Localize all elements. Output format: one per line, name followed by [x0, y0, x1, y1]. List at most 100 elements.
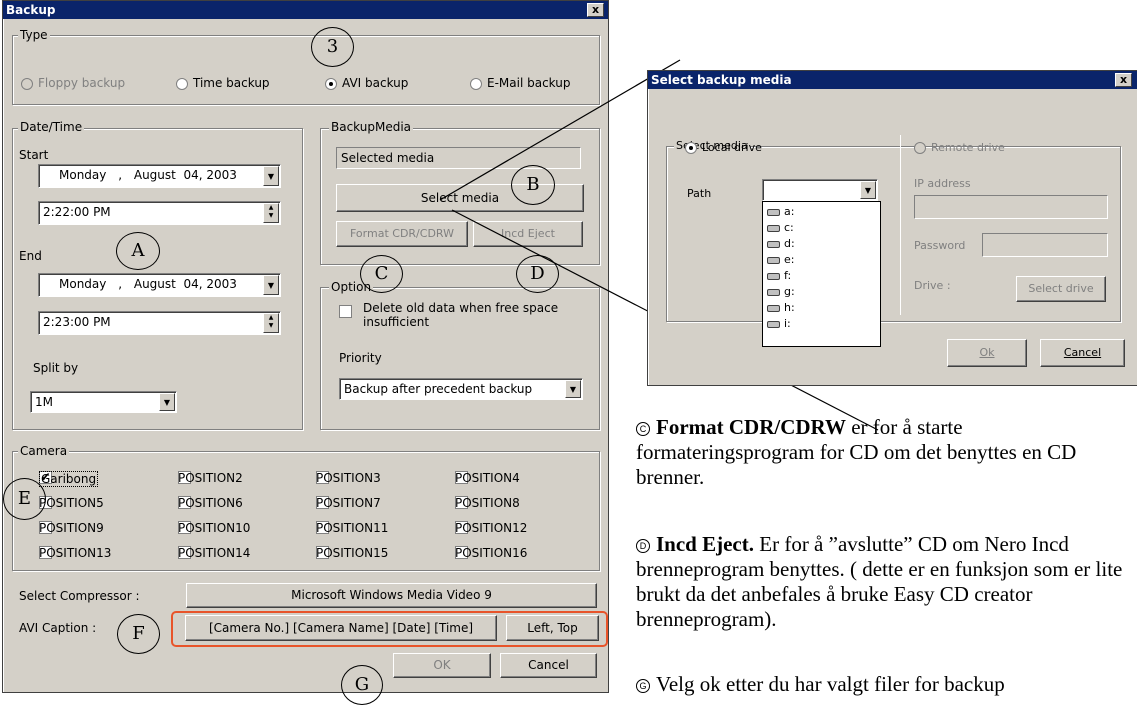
- marker-c-small: C: [636, 422, 650, 437]
- password-field[interactable]: [982, 233, 1108, 257]
- cd-drive-icon: [767, 320, 780, 328]
- start-date-picker[interactable]: Monday , August 04, 2003 ▼: [38, 164, 281, 188]
- camera-item-label: POSITION15: [316, 546, 389, 560]
- ok-button[interactable]: OK: [393, 653, 491, 678]
- marker-3: 3: [311, 27, 354, 67]
- start-date-rest: August 04, 2003: [133, 168, 237, 182]
- media-titlebar: Select backup media: [648, 71, 1137, 89]
- close-icon[interactable]: x: [1115, 73, 1132, 87]
- drive-label: c:: [784, 221, 794, 234]
- marker-e: E: [3, 478, 46, 520]
- drive-item-e[interactable]: e:: [763, 252, 880, 268]
- chevron-down-icon[interactable]: ▼: [565, 380, 581, 398]
- password-label: Password: [914, 239, 966, 252]
- start-label: Start: [19, 148, 49, 162]
- spinner-icon[interactable]: ▲ ▼: [263, 313, 279, 333]
- start-date-day: Monday: [59, 168, 107, 182]
- ip-address-label: IP address: [914, 177, 971, 190]
- backup-window: Backup x Type Floppy backup Time backup …: [2, 0, 609, 693]
- marker-d: D: [516, 255, 559, 293]
- end-date-rest: August 04, 2003: [133, 277, 237, 291]
- remote-divider: [900, 135, 901, 315]
- select-media-label: Select media: [420, 191, 500, 205]
- camera-item-label: POSITION10: [178, 521, 251, 535]
- format-cdrw-button[interactable]: Format CDR/CDRW: [336, 221, 468, 247]
- doc-d-bold: Incd Eject.: [656, 532, 754, 556]
- incd-eject-button[interactable]: Incd Eject: [473, 221, 583, 247]
- priority-select[interactable]: Backup after precedent backup ▼: [339, 378, 583, 400]
- close-icon[interactable]: x: [587, 3, 604, 17]
- caption-button[interactable]: [Camera No.] [Camera Name] [Date] [Time]: [185, 615, 497, 641]
- camera-item-label: POSITION9: [39, 521, 104, 535]
- path-label: Path: [687, 187, 712, 200]
- radio-avi[interactable]: AVI backup: [325, 76, 408, 90]
- end-time-value: 2:23:00 PM: [43, 315, 111, 329]
- doc-paragraph-g: G Velg ok etter du har valgt filer for ba…: [636, 672, 1136, 697]
- radio-local-drive[interactable]: Local drive: [685, 141, 762, 154]
- ip-address-field[interactable]: [914, 195, 1108, 219]
- drive-item-g[interactable]: g:: [763, 284, 880, 300]
- priority-label: Priority: [339, 351, 382, 365]
- end-date-picker[interactable]: Monday , August 04, 2003 ▼: [38, 273, 281, 297]
- end-time-field[interactable]: 2:23:00 PM ▲ ▼: [38, 311, 281, 335]
- radio-email-label: E-Mail backup: [487, 76, 571, 90]
- chevron-down-icon[interactable]: ▼: [263, 166, 279, 186]
- marker-c: C: [360, 255, 403, 293]
- doc-c-bold: Format CDR/CDRW: [656, 415, 846, 439]
- radio-icon: [21, 77, 33, 90]
- radio-icon: [470, 77, 482, 90]
- floppy-drive-icon: [767, 208, 780, 216]
- drive-item-i[interactable]: i:: [763, 316, 880, 332]
- select-drive-button[interactable]: Select drive: [1016, 276, 1106, 302]
- radio-icon: [685, 142, 697, 154]
- radio-time[interactable]: Time backup: [176, 76, 270, 90]
- type-group: [12, 35, 600, 105]
- drive-item-a[interactable]: a:: [763, 204, 880, 220]
- doc-paragraph-d: D Incd Eject. Er for å ”avslutte” CD om N…: [636, 532, 1136, 632]
- media-ok-label: Ok: [979, 346, 995, 359]
- camera-item-label: POSITION6: [178, 496, 243, 510]
- media-cancel-button[interactable]: Cancel: [1040, 339, 1125, 367]
- start-time-field[interactable]: 2:22:00 PM ▲ ▼: [38, 201, 281, 225]
- end-date-sep: ,: [118, 277, 123, 291]
- ok-label: OK: [433, 658, 451, 672]
- spinner-icon[interactable]: ▲ ▼: [263, 203, 279, 223]
- compressor-button[interactable]: Microsoft Windows Media Video 9: [186, 583, 597, 608]
- hard-drive-icon: [767, 272, 780, 280]
- radio-email[interactable]: E-Mail backup: [470, 76, 570, 90]
- split-select[interactable]: 1M ▼: [30, 391, 177, 413]
- chevron-down-icon[interactable]: ▼: [159, 393, 175, 411]
- drive-item-h[interactable]: h:: [763, 300, 880, 316]
- camera-item-label: POSITION8: [455, 496, 520, 510]
- drive-list: a: c: d: e: f: g: h: i:: [762, 201, 881, 347]
- start-date-sep: ,: [118, 168, 123, 182]
- chevron-down-icon[interactable]: ▼: [860, 181, 876, 199]
- hard-drive-icon: [767, 256, 780, 264]
- camera-item-label: POSITION2: [178, 471, 243, 485]
- drive-label: e:: [784, 253, 795, 266]
- drive-label: d:: [784, 237, 795, 250]
- checkbox-icon: [339, 305, 352, 318]
- drive-item-f[interactable]: f:: [763, 268, 880, 284]
- radio-remote-drive[interactable]: Remote drive: [914, 141, 1005, 154]
- media-ok-button[interactable]: Ok: [947, 339, 1027, 367]
- path-select[interactable]: ▼: [762, 179, 878, 201]
- marker-d-small: D: [636, 539, 650, 554]
- format-cdrw-label: Format CDR/CDRW: [350, 227, 454, 240]
- chevron-down-icon[interactable]: ▼: [263, 275, 279, 295]
- drive-item-c[interactable]: c:: [763, 220, 880, 236]
- drive-item-d[interactable]: d:: [763, 236, 880, 252]
- radio-floppy[interactable]: Floppy backup: [21, 76, 125, 90]
- delete-old-label: Delete old data when free space insuffic…: [363, 301, 559, 329]
- camera-item-label: POSITION11: [316, 521, 389, 535]
- drive-label: i:: [784, 317, 791, 330]
- cancel-button[interactable]: Cancel: [500, 653, 597, 678]
- datetime-label: Date/Time: [18, 120, 85, 134]
- camera-label: Camera: [18, 444, 70, 458]
- radio-icon: [325, 77, 337, 90]
- marker-g-small: G: [636, 679, 650, 694]
- caption-position-button[interactable]: Left, Top: [506, 615, 599, 641]
- radio-floppy-label: Floppy backup: [38, 76, 126, 90]
- camera-item-label: Garibong: [39, 471, 99, 487]
- cancel-label: Cancel: [528, 658, 569, 672]
